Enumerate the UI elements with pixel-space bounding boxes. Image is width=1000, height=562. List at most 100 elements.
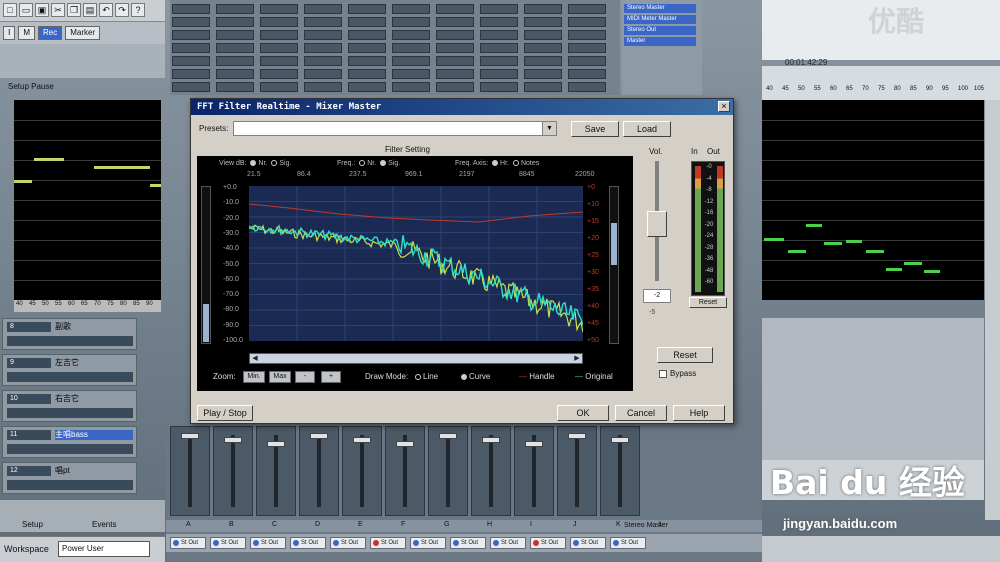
mixer-slot[interactable]	[392, 82, 430, 92]
output-meter-right[interactable]	[609, 186, 619, 344]
fader-track[interactable]	[317, 435, 321, 507]
mixer-slot[interactable]	[260, 30, 298, 40]
mixer-slot[interactable]	[568, 17, 606, 27]
mixer-slot[interactable]	[436, 69, 474, 79]
zoom-out-button[interactable]: -	[295, 371, 315, 383]
mixer-slot[interactable]	[260, 82, 298, 92]
draw-mode-line[interactable]: Line	[413, 372, 438, 381]
save-button[interactable]: Save	[571, 121, 619, 137]
mixer-slot[interactable]	[304, 4, 342, 14]
mixer-slot[interactable]	[216, 56, 254, 66]
mixer-slot[interactable]	[436, 30, 474, 40]
midi-note[interactable]	[150, 184, 161, 187]
midi-note[interactable]	[34, 158, 64, 161]
mixer-slot[interactable]	[304, 30, 342, 40]
track-row[interactable]: 9 左吉它	[2, 354, 137, 386]
left-piano-roll[interactable]	[14, 100, 161, 300]
mixer-slot[interactable]	[480, 17, 518, 27]
paste-icon[interactable]: ▤	[83, 3, 97, 17]
freq-sig-radio[interactable]	[380, 160, 387, 167]
mixer-slot[interactable]	[348, 69, 386, 79]
output-select[interactable]: St Out	[610, 537, 646, 549]
mixer-slot[interactable]	[216, 43, 254, 53]
mixer-slot[interactable]	[304, 17, 342, 27]
output-select[interactable]: St Out	[210, 537, 246, 549]
mixer-slot[interactable]	[480, 69, 518, 79]
mixer-slot[interactable]	[348, 4, 386, 14]
zoom-max-button[interactable]: Max	[269, 371, 291, 383]
mixer-slot[interactable]	[436, 56, 474, 66]
workspace-select[interactable]: Power User	[58, 541, 150, 557]
track-name[interactable]: 唱pt	[55, 466, 133, 476]
play-stop-button[interactable]: Play / Stop	[197, 405, 253, 421]
info-icon[interactable]: ?	[131, 3, 145, 17]
fader-track[interactable]	[575, 435, 579, 507]
mixer-slot[interactable]	[304, 69, 342, 79]
midi-note[interactable]	[764, 238, 784, 241]
copy-icon[interactable]: ❐	[67, 3, 81, 17]
mixer-slot[interactable]	[392, 4, 430, 14]
track-row[interactable]: 10 右吉它	[2, 390, 137, 422]
scroll-right-icon[interactable]: ▶	[572, 354, 582, 363]
midi-note[interactable]	[824, 242, 842, 245]
freq-axis-notes-radio[interactable]	[512, 160, 519, 167]
fader-track[interactable]	[188, 435, 192, 507]
mixer-slot[interactable]	[524, 17, 562, 27]
mixer-slot[interactable]	[304, 82, 342, 92]
mixer-slot[interactable]	[480, 43, 518, 53]
ok-button[interactable]: OK	[557, 405, 609, 421]
track-clip-bar[interactable]	[7, 372, 133, 382]
setup-tab[interactable]: Setup	[22, 520, 43, 529]
midi-note[interactable]	[904, 262, 922, 265]
mixer-slot[interactable]	[524, 69, 562, 79]
midi-note[interactable]	[94, 166, 150, 169]
track-clip-bar[interactable]	[7, 444, 133, 454]
fader-cap[interactable]	[396, 441, 414, 447]
midi-note[interactable]	[788, 250, 806, 253]
mixer-slot[interactable]	[568, 69, 606, 79]
fader-track[interactable]	[446, 435, 450, 507]
view-db-nr-radio[interactable]	[250, 160, 257, 167]
close-icon[interactable]: ×	[718, 101, 730, 112]
mixer-slot[interactable]	[304, 43, 342, 53]
output-select[interactable]: St Out	[530, 537, 566, 549]
output-select[interactable]: St Out	[330, 537, 366, 549]
track-row[interactable]: 8 副歌	[2, 318, 137, 350]
track-name[interactable]: 主唱bass	[55, 430, 133, 440]
mixer-slot[interactable]	[568, 56, 606, 66]
fader-track[interactable]	[618, 435, 622, 507]
mixer-slot[interactable]	[172, 82, 210, 92]
mixer-slot[interactable]	[216, 69, 254, 79]
mixer-slot[interactable]	[348, 82, 386, 92]
track-button-mute[interactable]: M	[18, 26, 36, 40]
mixer-slot[interactable]	[480, 82, 518, 92]
mixer-slot[interactable]	[348, 17, 386, 27]
mixer-slot[interactable]	[260, 56, 298, 66]
midi-note[interactable]	[846, 240, 862, 243]
mixer-slot[interactable]	[568, 30, 606, 40]
fader-cap[interactable]	[310, 433, 328, 439]
mixer-slot[interactable]	[260, 17, 298, 27]
side-list-item[interactable]: Master	[624, 37, 696, 46]
track-name[interactable]: 左吉它	[55, 358, 133, 368]
mixer-slot[interactable]	[568, 82, 606, 92]
fader-cap[interactable]	[611, 437, 629, 443]
mixer-slot[interactable]	[436, 43, 474, 53]
fader-cap[interactable]	[482, 437, 500, 443]
undo-icon[interactable]: ↶	[99, 3, 113, 17]
track-name[interactable]: 副歌	[55, 322, 133, 332]
mixer-slot[interactable]	[348, 56, 386, 66]
mixer-slot[interactable]	[524, 4, 562, 14]
presets-select[interactable]: ▼	[233, 121, 557, 136]
midi-note[interactable]	[924, 270, 940, 273]
mixer-slot[interactable]	[392, 17, 430, 27]
output-select[interactable]: St Out	[450, 537, 486, 549]
track-clip-bar[interactable]	[7, 480, 133, 490]
open-icon[interactable]: ▭	[19, 3, 33, 17]
mixer-slot[interactable]	[392, 43, 430, 53]
freq-nr-radio[interactable]	[359, 160, 366, 167]
midi-note[interactable]	[806, 224, 822, 227]
fader-cap[interactable]	[181, 433, 199, 439]
side-list-item[interactable]: MIDI Meter Master	[624, 15, 696, 24]
mixer-slot[interactable]	[260, 43, 298, 53]
